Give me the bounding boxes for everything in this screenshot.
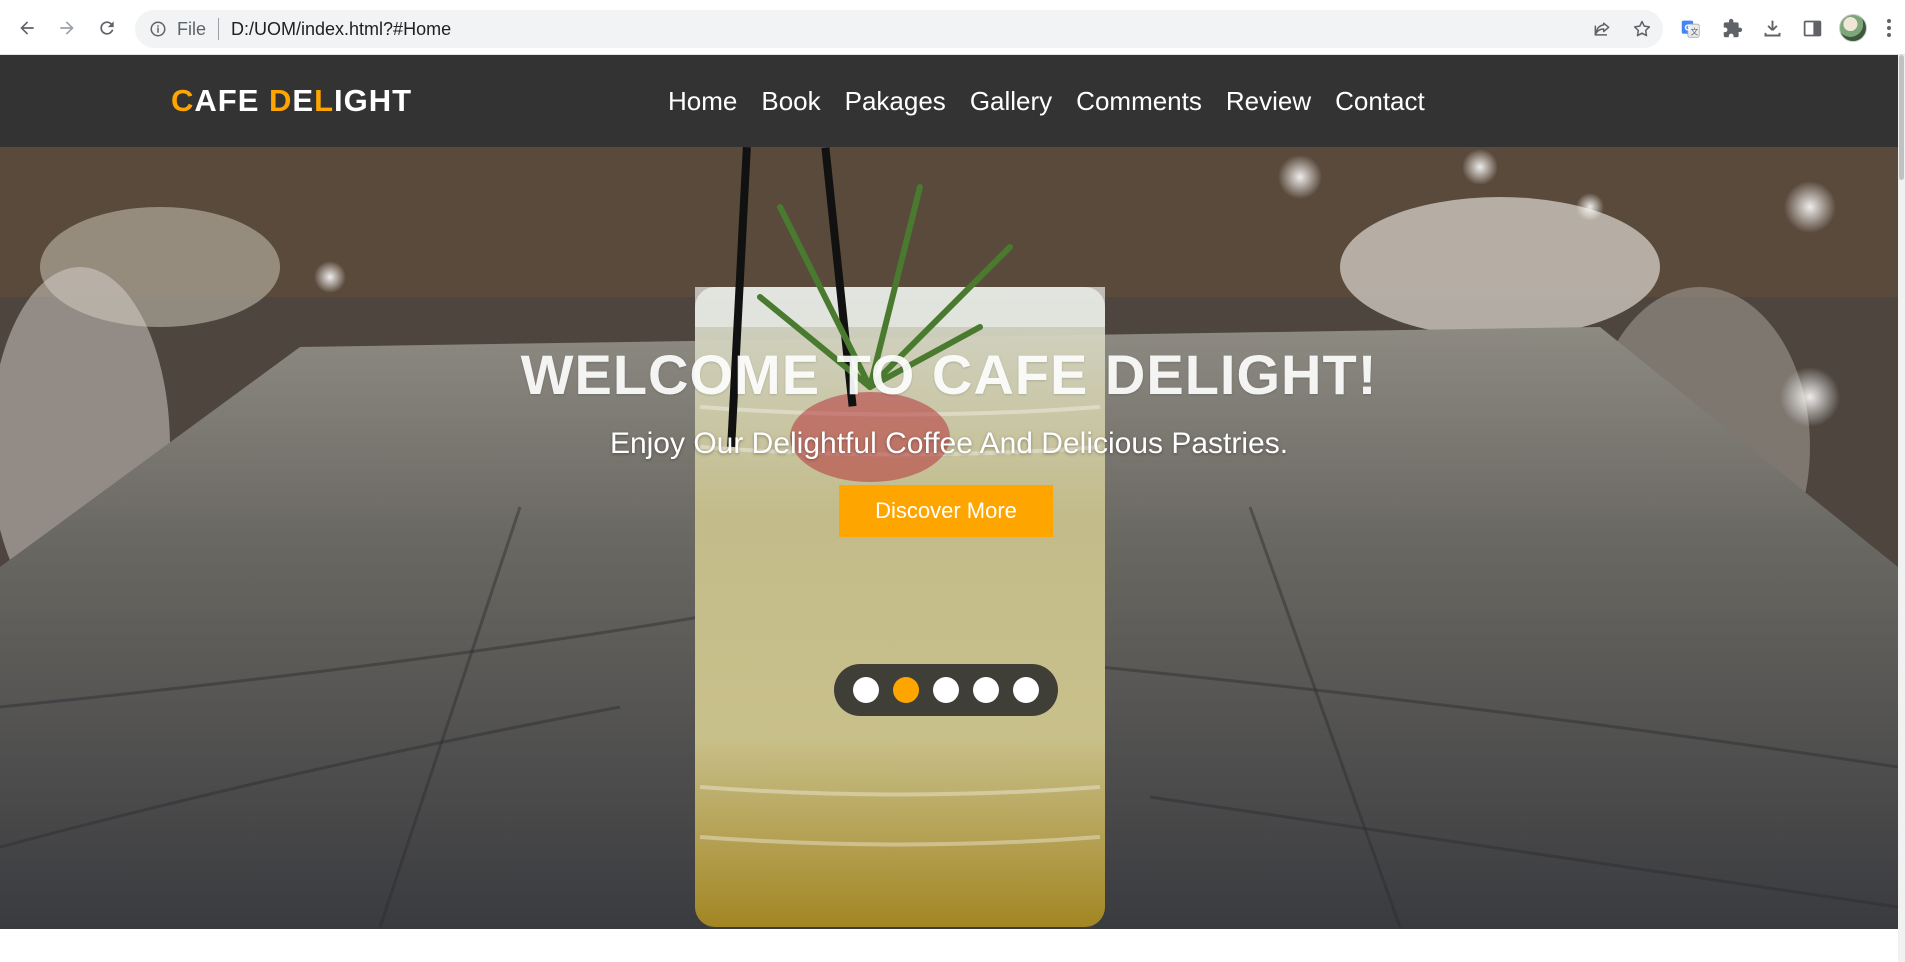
hero-title: WELCOME TO CAFE DELIGHT! <box>520 343 1378 406</box>
arrow-right-icon <box>60 21 74 35</box>
browser-toolbar: File D:/UOM/index.html?#Home G文 <box>0 0 1905 55</box>
logo-part: AFE <box>194 83 270 118</box>
nav-link-book[interactable]: Book <box>761 83 820 119</box>
logo-part: IGHT <box>334 83 413 118</box>
site-header: CAFE DELIGHT Home Book Pakages Gallery Comme… <box>0 55 1898 147</box>
url-text[interactable]: D:/UOM/index.html?#Home <box>231 19 451 40</box>
site-logo[interactable]: CAFE DELIGHT <box>171 83 412 119</box>
share-icon[interactable] <box>1589 16 1615 42</box>
logo-part: L <box>314 83 335 118</box>
logo-part: D <box>269 83 293 118</box>
nav-link-comments[interactable]: Comments <box>1076 83 1202 119</box>
slider-dot-1[interactable] <box>853 677 879 703</box>
scrollbar-thumb[interactable] <box>1899 55 1904 180</box>
logo-part: E <box>292 83 315 118</box>
slider-dot-5[interactable] <box>1013 677 1039 703</box>
slider-dot-2[interactable] <box>893 677 919 703</box>
info-icon[interactable] <box>149 20 167 38</box>
nav-link-contact[interactable]: Contact <box>1335 83 1425 119</box>
arrow-left-icon <box>20 21 34 35</box>
download-icon[interactable] <box>1758 14 1786 42</box>
url-separator <box>218 18 220 40</box>
kebab-menu-icon[interactable] <box>1884 16 1894 40</box>
nav-link-pakages[interactable]: Pakages <box>845 83 946 119</box>
address-bar[interactable]: File D:/UOM/index.html?#Home <box>135 10 1663 48</box>
main-nav: Home Book Pakages Gallery Comments Review Cont… <box>668 83 1449 119</box>
back-button[interactable] <box>13 14 41 42</box>
hero-subtitle: Enjoy Our Delightful Coffee And Deliciou… <box>609 427 1289 460</box>
svg-text:文: 文 <box>1690 26 1698 36</box>
slider-dot-3[interactable] <box>933 677 959 703</box>
side-panel-icon[interactable] <box>1798 14 1826 42</box>
hero-banner: WELCOME TO CAFE DELIGHT! Enjoy Our Delig… <box>0 147 1898 929</box>
puzzle-icon[interactable] <box>1718 14 1746 42</box>
reload-icon <box>100 21 114 35</box>
page-scrollbar[interactable] <box>1898 55 1905 962</box>
avatar[interactable] <box>1839 14 1867 42</box>
google-translate-icon[interactable]: G文 <box>1676 14 1704 42</box>
reload-button[interactable] <box>93 14 121 42</box>
nav-link-review[interactable]: Review <box>1226 83 1311 119</box>
discover-more-button[interactable]: Discover More <box>839 485 1053 537</box>
slider-dot-4[interactable] <box>973 677 999 703</box>
slider-pagination <box>834 664 1058 716</box>
nav-link-gallery[interactable]: Gallery <box>970 83 1052 119</box>
logo-part: C <box>171 83 195 118</box>
forward-button[interactable] <box>53 14 81 42</box>
hero-background-image <box>0 147 1898 929</box>
url-scheme: File <box>177 18 207 39</box>
nav-link-home[interactable]: Home <box>668 83 737 119</box>
star-icon[interactable] <box>1629 16 1655 42</box>
